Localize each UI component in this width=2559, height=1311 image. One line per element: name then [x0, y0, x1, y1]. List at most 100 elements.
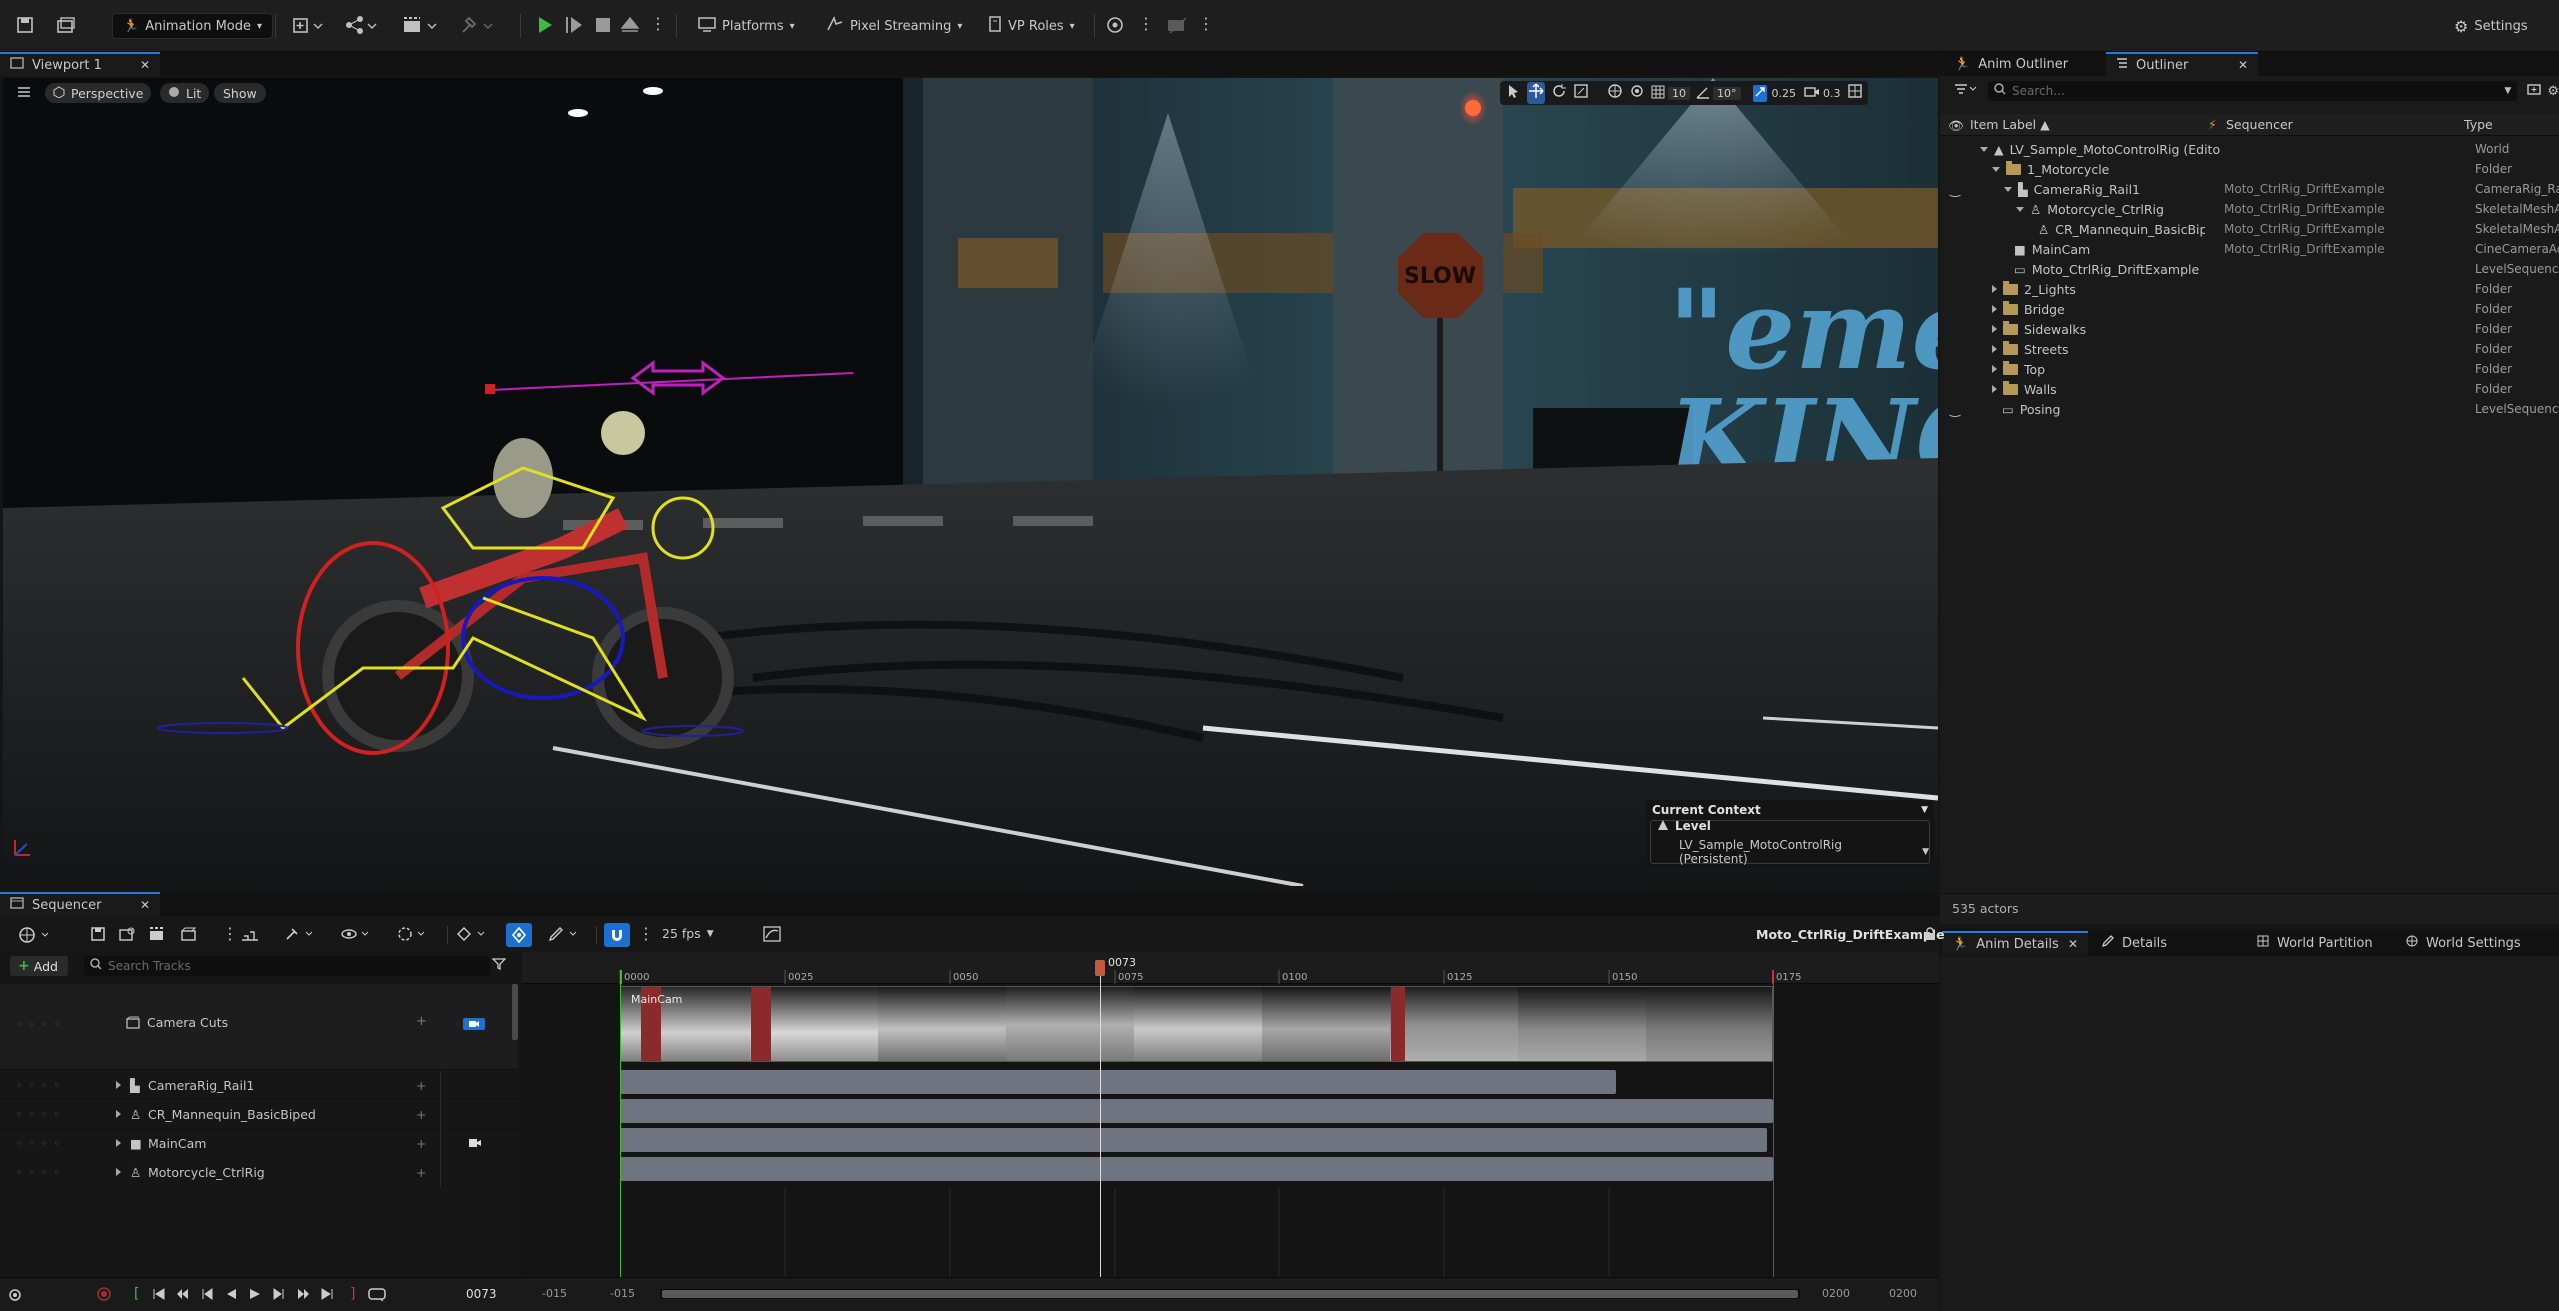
translate-icon[interactable]	[1527, 82, 1545, 104]
lit-button[interactable]: Lit	[160, 83, 210, 103]
expand-arrow-icon[interactable]	[116, 1168, 121, 1176]
expand-arrow-icon[interactable]	[116, 1081, 121, 1089]
advance-frame-icon[interactable]	[565, 15, 583, 35]
set-start-icon[interactable]: [	[134, 1286, 139, 1302]
tab-world-partition[interactable]: World Partition	[2247, 931, 2383, 955]
build-icon[interactable]	[460, 15, 494, 35]
level-viewport[interactable]: "emeKING SLOW	[3, 78, 1938, 886]
add-key-icon[interactable]: +	[416, 1078, 426, 1093]
perspective-button[interactable]: Perspective	[45, 83, 152, 103]
level-selector[interactable]: Level LV_Sample_MotoControlRig (Persiste…	[1650, 819, 1930, 866]
track-row-camera-cuts[interactable]: ◦◦◦◦ Camera Cuts +	[0, 984, 518, 1070]
expand-arrow-icon[interactable]	[116, 1139, 121, 1147]
jump-to-start-icon[interactable]	[152, 1287, 166, 1305]
playback-options-icon[interactable]	[396, 926, 432, 946]
next-frame-icon[interactable]	[272, 1287, 286, 1305]
camera-icon[interactable]	[468, 1136, 482, 1151]
working-range-start[interactable]: -015	[610, 1287, 635, 1300]
track-toggles[interactable]: ◦◦◦◦	[16, 1108, 66, 1121]
close-icon[interactable]: ✕	[2068, 937, 2078, 951]
more-options-icon-2[interactable]: ⋮	[1198, 14, 1214, 33]
more-options-icon[interactable]: ⋮	[222, 924, 238, 943]
key-tools-icon[interactable]	[284, 926, 320, 946]
filter-icon[interactable]	[491, 958, 507, 974]
camera-speed-button[interactable]: 0.3	[1804, 85, 1841, 102]
tree-row-cr-mannequin[interactable]: ♙ CR_Mannequin_BasicBipe Moto_CtrlRig_Dr…	[1940, 219, 2559, 239]
blueprint-icon[interactable]	[344, 15, 378, 35]
more-options-icon-2[interactable]: ⋮	[638, 924, 654, 943]
hamburger-menu-icon[interactable]	[17, 86, 31, 98]
find-in-browser-icon[interactable]	[118, 926, 136, 946]
tree-row-sidewalks[interactable]: Sidewalks Folder	[1940, 319, 2559, 339]
add-key-icon[interactable]: +	[416, 1165, 426, 1180]
tree-row-camerarig[interactable]: ‿ ▙ CameraRig_Rail1 Moto_CtrlRig_DriftExa…	[1940, 179, 2559, 199]
rotate-icon[interactable]	[1551, 83, 1567, 103]
tab-outliner[interactable]: Outliner ✕	[2106, 52, 2258, 76]
tree-row-walls[interactable]: Walls Folder	[1940, 379, 2559, 399]
track-row-motorcycle-ctrlrig[interactable]: ◦◦◦◦ ♙ Motorcycle_CtrlRig +	[0, 1158, 520, 1187]
gear-icon[interactable]: ⚙	[2547, 84, 2559, 99]
tree-row-posing[interactable]: ‿ ▭ Posing LevelSequence	[1940, 399, 2559, 419]
current-context-header[interactable]: Current Context ▼	[1652, 802, 1928, 818]
expand-arrow-icon[interactable]	[116, 1110, 121, 1118]
add-key-icon[interactable]: +	[416, 1014, 427, 1029]
multi-user-icon[interactable]	[1166, 15, 1190, 35]
tab-details[interactable]: Details	[2092, 931, 2177, 955]
clip-motorcycle-ctrlrig[interactable]	[620, 1157, 1773, 1181]
eject-icon[interactable]	[620, 15, 640, 35]
working-range-end[interactable]: 0200	[1822, 1287, 1850, 1300]
rotation-snap-button[interactable]: 10°	[1696, 85, 1741, 102]
clip-camerarig-rail[interactable]	[620, 1070, 1616, 1094]
tab-anim-outliner[interactable]: 🏃 Anim Outliner	[1944, 52, 2078, 76]
clapboard-icon[interactable]	[180, 926, 198, 946]
tree-row-maincam[interactable]: ■ MainCam Moto_CtrlRig_DriftExample Cine…	[1940, 239, 2559, 259]
surface-snap-icon[interactable]	[1629, 83, 1645, 103]
tree-row-top[interactable]: Top Folder	[1940, 359, 2559, 379]
track-toggles[interactable]: ◦◦◦◦	[16, 1137, 66, 1150]
cinematics-icon[interactable]	[402, 15, 438, 35]
jump-to-end-icon[interactable]	[320, 1287, 334, 1305]
track-row-maincam[interactable]: ◦◦◦◦ ■ MainCam +	[0, 1129, 520, 1158]
grid-snap-button[interactable]: 10	[1651, 85, 1690, 102]
track-toggles[interactable]: ◦◦◦◦	[16, 1079, 66, 1092]
next-key-icon[interactable]	[296, 1287, 310, 1305]
vp-roles-dropdown[interactable]: VP Roles ▾	[988, 13, 1075, 39]
key-interp-icon[interactable]	[456, 926, 492, 946]
edit-mode-icon[interactable]	[548, 926, 584, 946]
tab-anim-details[interactable]: 🏃 Anim Details ✕	[1942, 931, 2088, 955]
auto-key-icon[interactable]	[506, 923, 532, 947]
close-icon[interactable]: ✕	[140, 898, 150, 912]
play-icon[interactable]	[536, 15, 554, 35]
track-toggles[interactable]: ◦◦◦◦	[16, 1166, 66, 1179]
view-range-start[interactable]: -015	[542, 1287, 567, 1300]
set-end-icon[interactable]: ]	[350, 1286, 355, 1302]
world-space-icon[interactable]	[1607, 83, 1623, 103]
content-browser-icon[interactable]	[56, 16, 76, 34]
time-ruler[interactable]: 0000 0025 0050 0075 0100 0125 0150 0175	[522, 952, 1939, 984]
settings-gear-icon[interactable]	[8, 1288, 22, 1306]
create-folder-icon[interactable]	[2527, 83, 2542, 99]
sequencer-column-header[interactable]: Sequencer	[2226, 117, 2293, 132]
more-options-icon[interactable]: ⋮	[1138, 14, 1154, 33]
tree-row-bridge[interactable]: Bridge Folder	[1940, 299, 2559, 319]
virtual-camera-icon[interactable]	[1104, 15, 1126, 35]
maximize-viewport-icon[interactable]	[1847, 83, 1863, 103]
settings-button[interactable]: ⚙ Settings	[2454, 13, 2528, 39]
tree-row-level-sequence[interactable]: ▭ Moto_CtrlRig_DriftExample LevelSequenc…	[1940, 259, 2559, 279]
tree-row-motorcycle-ctrlrig[interactable]: ♙ Motorcycle_CtrlRig Moto_CtrlRig_DriftE…	[1940, 199, 2559, 219]
outliner-search-input[interactable]: Search... ▼	[1988, 81, 2518, 101]
pixel-streaming-dropdown[interactable]: Pixel Streaming ▾	[826, 13, 962, 39]
view-range-end[interactable]: 0200	[1889, 1287, 1917, 1300]
chevron-down-icon[interactable]: ▼	[2504, 86, 2511, 96]
save-icon[interactable]	[16, 16, 34, 34]
add-actor-icon[interactable]	[292, 15, 326, 35]
clip-maincam[interactable]	[620, 1128, 1767, 1152]
close-icon[interactable]: ✕	[2238, 58, 2248, 72]
current-frame-field[interactable]: 0073	[466, 1287, 497, 1301]
tree-row-world[interactable]: ▲ LV_Sample_MotoControlRig (Edito World	[1940, 139, 2559, 159]
tab-sequencer[interactable]: Sequencer ✕	[0, 892, 160, 916]
add-key-icon[interactable]: +	[416, 1136, 426, 1151]
track-row-camerarig-rail[interactable]: ◦◦◦◦ ▙ CameraRig_Rail1 +	[0, 1071, 520, 1100]
type-column-header[interactable]: Type	[2464, 117, 2493, 132]
prev-key-icon[interactable]	[176, 1287, 190, 1305]
